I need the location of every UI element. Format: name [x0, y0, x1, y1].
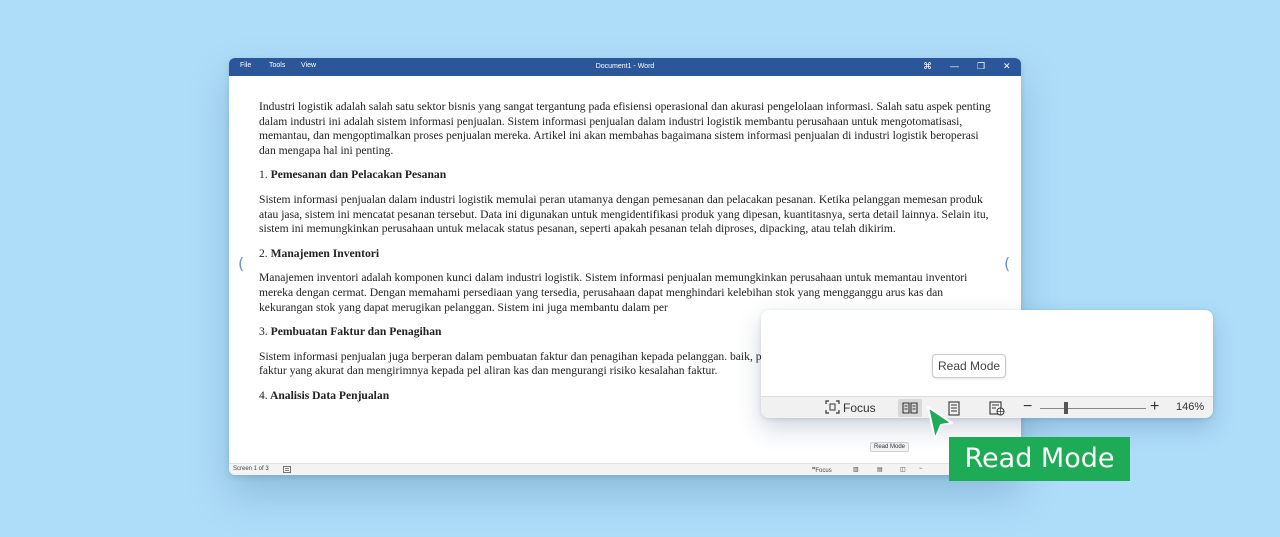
section-title: Pemesanan dan Pelacakan Pesanan — [270, 168, 447, 182]
page-count: Screen 1 of 3 — [233, 466, 269, 472]
restore-icon[interactable]: ❐ — [977, 60, 985, 72]
section-paragraph: Sistem informasi penjualan dalam industr… — [259, 192, 989, 236]
document-title: Document1 - Word — [595, 63, 655, 70]
zoom-level[interactable]: 146% — [1176, 401, 1204, 413]
section-heading: 1. Pemesanan dan Pelacakan Pesanan — [259, 168, 994, 183]
minimize-icon[interactable]: — — [950, 60, 959, 72]
status-bar: Screen 1 of 3 ⌗ Focus ▥ ▤ ◫ − — [229, 463, 1021, 475]
zoom-in-icon[interactable]: + — [1150, 398, 1159, 416]
section-number: 4. — [259, 388, 268, 402]
intro-paragraph: Industri logistik adalah salah satu sekt… — [259, 100, 991, 157]
fullscreen-icon[interactable]: ⌘ — [923, 60, 932, 72]
section-number: 3. — [259, 325, 268, 339]
section-number: 2. — [259, 246, 268, 260]
section-heading: 2. Manajemen Inventori — [259, 247, 994, 262]
close-icon[interactable]: ✕ — [1003, 60, 1011, 72]
zoomed-status-bar: Focus − + 146% — [761, 396, 1213, 418]
section-number: 1. — [259, 168, 268, 182]
status-focus-button[interactable]: ⌗ Focus — [812, 466, 832, 474]
section-title: Pembuatan Faktur dan Penagihan — [270, 325, 442, 339]
focus-label: Focus — [843, 401, 876, 416]
status-focus-label: Focus — [815, 468, 832, 474]
read-mode-callout: Read Mode — [949, 437, 1130, 481]
status-web-layout-icon[interactable]: ◫ — [900, 466, 906, 473]
section-title: Analisis Data Penjualan — [269, 388, 390, 402]
focus-icon — [825, 400, 840, 418]
status-print-layout-icon[interactable]: ▤ — [877, 466, 883, 473]
zoomed-status-bar-panel: Read Mode Focus − + 146% — [761, 310, 1213, 418]
title-bar: File Tools View Document1 - Word ⌘ — ❐ ✕ — [229, 58, 1021, 76]
column-right-marker-icon[interactable]: ( — [1004, 254, 1010, 273]
proofing-icon[interactable] — [283, 466, 291, 475]
status-read-mode-tooltip: Read Mode — [870, 442, 910, 452]
section-title: Manajemen Inventori — [270, 246, 380, 260]
column-left-marker-icon[interactable]: ( — [238, 254, 244, 273]
web-layout-icon[interactable] — [985, 399, 1009, 417]
read-mode-icon[interactable] — [898, 399, 922, 417]
zoom-slider-thumb[interactable] — [1064, 402, 1068, 414]
focus-button[interactable]: Focus — [825, 400, 876, 416]
section-paragraph: Manajemen inventori adalah komponen kunc… — [259, 271, 968, 314]
read-mode-tooltip: Read Mode — [932, 354, 1007, 378]
zoom-slider-track[interactable] — [1040, 408, 1146, 409]
status-zoom-minus-icon[interactable]: − — [919, 466, 923, 472]
status-read-mode-icon[interactable]: ▥ — [853, 466, 859, 473]
zoom-out-icon[interactable]: − — [1023, 398, 1032, 416]
